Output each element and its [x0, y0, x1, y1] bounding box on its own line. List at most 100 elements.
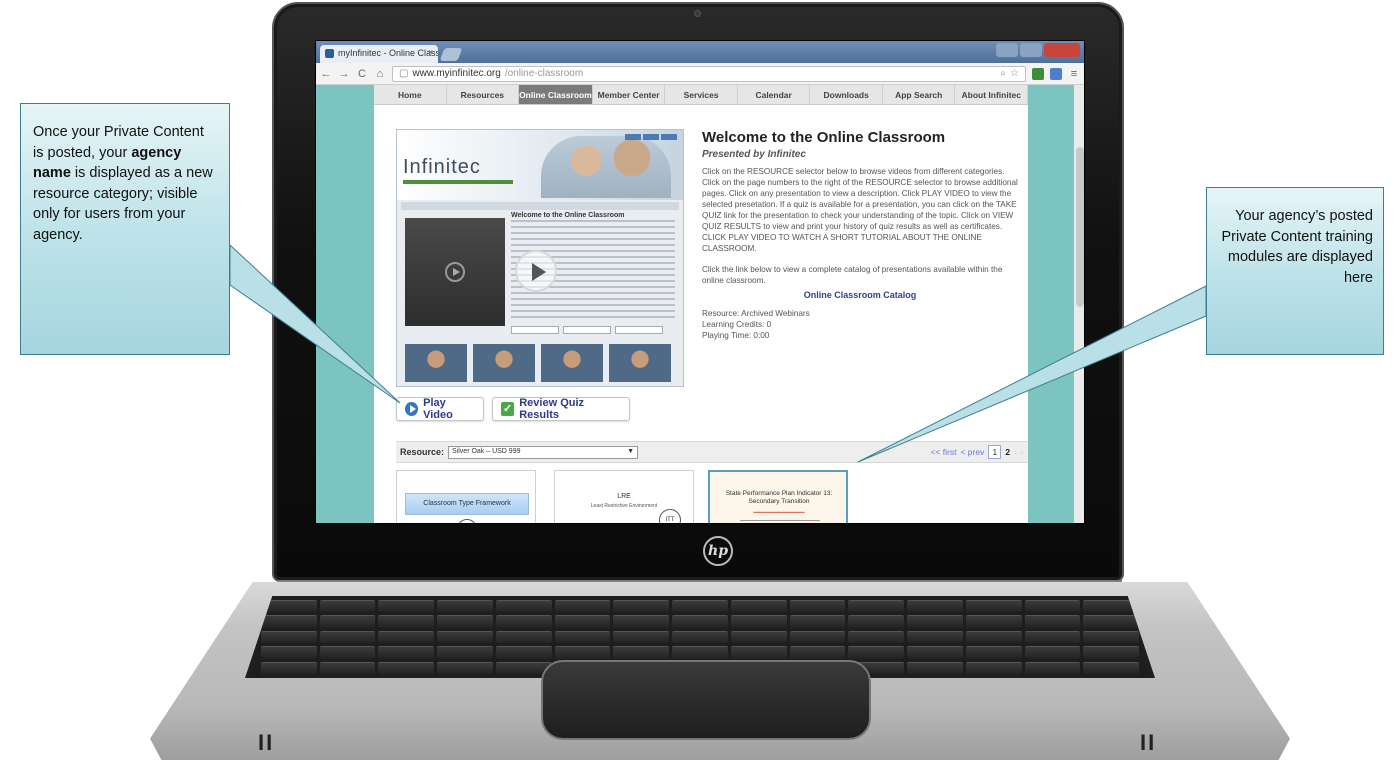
- browser-toolbar: ← → C ⌂ ▢ www.myinfinitec.org/online-cla…: [316, 63, 1084, 85]
- keyboard-key: [319, 615, 376, 628]
- keyboard-key: [1024, 630, 1081, 644]
- video-preview[interactable]: Infinitec Welcome to the Online Classroo…: [396, 129, 684, 387]
- nav-item-calendar[interactable]: Calendar: [738, 85, 811, 104]
- keyboard-key: [965, 661, 1022, 674]
- preview-header: Infinitec: [397, 130, 683, 200]
- keyboard-key: [848, 646, 905, 659]
- keyboard-key: [378, 661, 435, 674]
- address-bar[interactable]: ▢ www.myinfinitec.org/online-classroom ⌕…: [392, 65, 1026, 82]
- extension-icon[interactable]: [1032, 67, 1044, 80]
- callout-right-text: Your agency’s posted Private Content tra…: [1221, 208, 1373, 286]
- keyboard-key: [1083, 661, 1139, 674]
- nav-item-resources[interactable]: Resources: [447, 85, 520, 104]
- play-video-button[interactable]: Play Video: [396, 397, 484, 421]
- catalog-link[interactable]: Online Classroom Catalog: [702, 290, 1018, 300]
- browser-tab-bar: myInfinitec - Online Class ×: [316, 41, 1084, 63]
- welcome-instructions: Click on the RESOURCE selector below to …: [702, 167, 1018, 253]
- first-page-link[interactable]: << first: [930, 447, 956, 457]
- welcome-catalog-intro: Click the link below to view a complete …: [702, 265, 1003, 285]
- webcam: [694, 10, 701, 17]
- home-icon[interactable]: ⌂: [374, 68, 386, 80]
- welcome-subtitle: Presented by Infinitec: [702, 149, 806, 160]
- card-text-lines: [740, 520, 820, 523]
- scroll-thumb[interactable]: [1076, 147, 1084, 307]
- module-card-spp-indicator-13[interactable]: State Performance Plan Indicator 13: Sec…: [708, 470, 848, 523]
- keyboard-key: [319, 630, 376, 644]
- resource-label: Resource:: [400, 447, 445, 457]
- infinitec-seal-icon: ITT: [457, 519, 477, 523]
- keyboard-key: [378, 600, 435, 613]
- back-arrow-icon[interactable]: ←: [320, 68, 332, 80]
- nav-item-downloads[interactable]: Downloads: [810, 85, 883, 104]
- nav-item-online-classroom[interactable]: Online Classroom: [519, 85, 593, 104]
- keyboard-key: [261, 630, 317, 644]
- keyboard-key: [1024, 646, 1081, 659]
- nav-item-member-center[interactable]: Member Center: [593, 85, 666, 104]
- keyboard-key: [848, 600, 905, 613]
- keyboard-key: [319, 661, 376, 674]
- keyboard-key: [1024, 615, 1081, 628]
- chevron-down-icon: ▼: [627, 447, 635, 455]
- infinitec-logo: Infinitec: [403, 156, 481, 178]
- page-content: Home Resources Online Classroom Member Cent…: [374, 85, 1028, 523]
- page-1-link[interactable]: 1: [988, 445, 1002, 459]
- minimize-button[interactable]: [996, 43, 1018, 57]
- nav-item-services[interactable]: Services: [665, 85, 738, 104]
- keyboard-key: [848, 630, 905, 644]
- keyboard-key: [554, 600, 611, 613]
- keyboard-key: [437, 615, 493, 628]
- browser-tab[interactable]: myInfinitec - Online Class ×: [320, 45, 438, 63]
- menu-icon[interactable]: ≡: [1068, 68, 1080, 80]
- preview-top-buttons: [625, 134, 677, 140]
- reload-icon[interactable]: C: [356, 68, 368, 80]
- keyboard-key: [730, 630, 787, 644]
- keyboard-key: [495, 600, 552, 613]
- keyboard-key: [672, 646, 728, 659]
- nav-item-about-infinitec[interactable]: About Infinitec: [955, 85, 1028, 104]
- review-quiz-label: Review Quiz Results: [519, 397, 585, 421]
- preview-nav: [401, 202, 679, 210]
- window-controls: [996, 43, 1080, 57]
- extension-icon-2[interactable]: [1050, 67, 1062, 80]
- keyboard-key: [378, 646, 435, 659]
- resource-select[interactable]: Silver Oak – USD 999 ▼: [448, 445, 639, 459]
- keyboard-key: [613, 615, 670, 628]
- people-photo: [541, 136, 671, 198]
- hp-logo: hp: [703, 536, 733, 566]
- resource-bar: Resource: Silver Oak – USD 999 ▼ << firs…: [396, 441, 1028, 463]
- keyboard-key: [907, 646, 963, 659]
- preview-thumbnails: [405, 344, 671, 382]
- star-icon[interactable]: ☆: [1010, 68, 1019, 79]
- keyboard-key: [1083, 630, 1139, 644]
- keyboard-key: [495, 630, 552, 644]
- keyboard-key: [554, 630, 611, 644]
- maximize-button[interactable]: [1020, 43, 1042, 57]
- prev-page-link[interactable]: < prev: [960, 447, 984, 457]
- tab-title: myInfinitec - Online Class: [338, 48, 438, 58]
- keyboard-key: [965, 646, 1022, 659]
- nav-item-app-search[interactable]: App Search: [883, 85, 956, 104]
- window-close-button[interactable]: [1044, 43, 1080, 57]
- keyboard-key: [1024, 661, 1081, 674]
- keyboard-key: [613, 600, 670, 613]
- keyboard-key: [672, 600, 728, 613]
- keyboard-key: [789, 600, 846, 613]
- forward-arrow-icon[interactable]: →: [338, 68, 350, 80]
- play-icon-large[interactable]: [515, 250, 557, 292]
- keyboard-key: [672, 615, 728, 628]
- keyboard-key: [1024, 600, 1081, 613]
- zoom-icon[interactable]: ⌕: [1000, 68, 1006, 79]
- laptop-screen: myInfinitec - Online Class × ← → C ⌂ ▢ w…: [315, 40, 1085, 524]
- pager-faded: › »: [1014, 447, 1024, 457]
- keyboard-key: [730, 600, 787, 613]
- close-icon[interactable]: ×: [428, 47, 433, 57]
- site-nav: Home Resources Online Classroom Member Cent…: [374, 85, 1028, 105]
- new-tab-button[interactable]: [439, 48, 463, 61]
- nav-item-home[interactable]: Home: [374, 85, 447, 104]
- keyboard-key: [613, 630, 670, 644]
- module-card-classroom-type[interactable]: Classroom Type Framework ITT: [396, 470, 536, 523]
- keyboard-key: [437, 646, 493, 659]
- review-quiz-button[interactable]: ✓ Review Quiz Results: [492, 397, 630, 421]
- module-card-lre[interactable]: LRE Least Restrictive Environment ITT: [554, 470, 694, 523]
- page-scrollbar[interactable]: [1074, 85, 1084, 523]
